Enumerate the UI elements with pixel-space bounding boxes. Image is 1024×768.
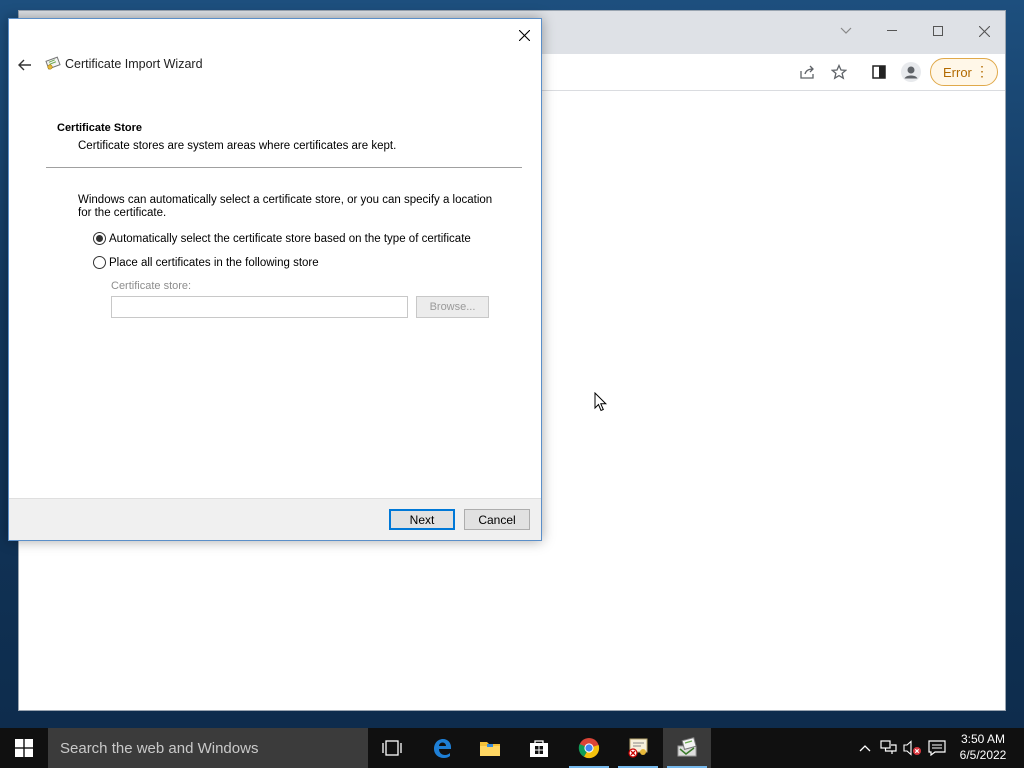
dialog-title: Certificate Import Wizard [65, 57, 203, 71]
tab-search-icon[interactable] [827, 17, 865, 45]
intro-text: Windows can automatically select a certi… [78, 194, 493, 219]
clock-date: 6/5/2022 [959, 748, 1007, 762]
radio-button-checked[interactable] [93, 232, 106, 245]
certificate-manager-icon[interactable] [614, 728, 662, 768]
file-explorer-icon[interactable] [466, 728, 514, 768]
minimize-icon[interactable] [873, 17, 911, 45]
certificate-icon [45, 55, 61, 71]
taskbar-clock[interactable]: 3:50 AM 6/5/2022 [950, 731, 1016, 763]
show-hidden-icons-chevron-icon[interactable] [856, 728, 874, 768]
radio-button-unchecked[interactable] [93, 256, 106, 269]
radio-place-in-store-label: Place all certificates in the following … [109, 256, 319, 269]
mouse-cursor-icon [594, 391, 608, 415]
radio-place-in-store[interactable]: Place all certificates in the following … [93, 256, 319, 269]
next-button[interactable]: Next [389, 509, 455, 530]
radio-auto-select-label: Automatically select the certificate sto… [109, 232, 471, 245]
section-description: Certificate stores are system areas wher… [78, 140, 397, 152]
windows-start-icon[interactable] [0, 728, 48, 768]
menu-dots-icon[interactable]: ⋮ [975, 64, 989, 78]
cancel-button[interactable]: Cancel [464, 509, 530, 530]
profile-icon[interactable] [899, 60, 923, 84]
close-icon[interactable] [511, 22, 537, 48]
edge-browser-icon[interactable] [418, 728, 466, 768]
action-center-icon[interactable] [926, 728, 948, 768]
sidebar-icon[interactable] [867, 60, 891, 84]
back-arrow-icon[interactable] [15, 56, 35, 74]
share-icon[interactable] [796, 60, 820, 84]
browse-button[interactable]: Browse... [416, 296, 489, 318]
taskbar: Search the web and Windows 3:50 AM 6/5/2… [0, 728, 1024, 768]
maximize-icon[interactable] [919, 17, 957, 45]
star-icon[interactable] [827, 60, 851, 84]
certificate-store-label: Certificate store: [111, 280, 192, 292]
task-view-icon[interactable] [368, 728, 416, 768]
clock-time: 3:50 AM [960, 732, 1006, 746]
certificate-import-wizard-taskbar-icon[interactable] [663, 728, 711, 768]
chrome-icon[interactable] [565, 728, 613, 768]
volume-muted-icon[interactable] [902, 728, 924, 768]
dialog-footer: Next Cancel [9, 498, 541, 540]
radio-auto-select[interactable]: Automatically select the certificate sto… [93, 232, 471, 245]
section-title: Certificate Store [57, 122, 142, 134]
certificate-import-wizard-dialog: Certificate Import Wizard Certificate St… [8, 18, 542, 541]
browser-close-icon[interactable] [965, 17, 1003, 45]
store-icon[interactable] [515, 728, 563, 768]
error-badge-label: Error [943, 64, 972, 80]
network-icon[interactable] [878, 728, 900, 768]
separator [46, 167, 522, 168]
certificate-store-input[interactable] [111, 296, 408, 318]
error-badge[interactable]: Error ⋮ [930, 58, 998, 86]
taskbar-search-box[interactable]: Search the web and Windows [48, 728, 368, 768]
